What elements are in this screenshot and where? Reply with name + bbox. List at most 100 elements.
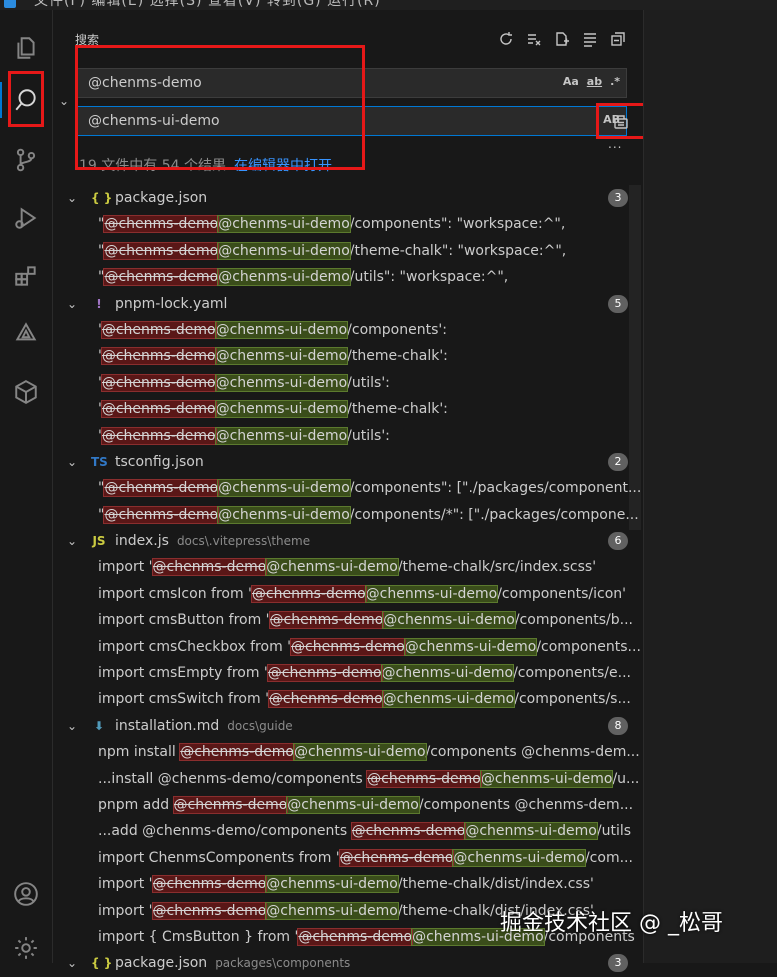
match-post-text: /components/e... (513, 665, 631, 682)
account-icon[interactable] (8, 876, 44, 912)
result-match[interactable]: import cmsCheckbox from '@chenms-demo@ch… (53, 634, 643, 660)
new-replacement-text: @chenms-ui-demo (265, 558, 399, 577)
new-replacement-text: @chenms-ui-demo (464, 822, 598, 841)
match-pre-text: ...add @chenms-demo/components (98, 823, 352, 840)
editor-area (643, 10, 777, 963)
result-match[interactable]: import cmsSwitch from '@chenms-demo@chen… (53, 686, 643, 712)
result-match[interactable]: import ChenmsComponents from '@chenms-de… (53, 845, 643, 871)
old-match-text: @chenms-demo (151, 558, 268, 577)
new-replacement-text: @chenms-ui-demo (214, 400, 349, 419)
file-directory: docs\.vitepress\theme (176, 534, 311, 549)
expand-chevron-icon[interactable]: ⌄ (67, 950, 77, 976)
new-search-editor-icon[interactable] (551, 30, 573, 48)
view-as-tree-icon[interactable] (579, 30, 601, 48)
match-post-text: /components': (347, 321, 447, 338)
file-type-icon: ⬇ (93, 718, 105, 733)
new-replacement-text: @chenms-ui-demo (380, 664, 515, 683)
result-file[interactable]: ⌄ { } package.json packages\components 3 (53, 950, 643, 976)
match-post-text: /components": ["./packages/component... (349, 480, 642, 497)
match-pre-text: import ' (98, 559, 153, 576)
file-directory: docs\guide (227, 718, 293, 733)
run-debug-icon[interactable] (8, 200, 44, 236)
new-replacement-text: @chenms-ui-demo (217, 268, 351, 287)
file-name-wrap: package.json (115, 185, 207, 211)
result-match[interactable]: "@chenms-demo@chenms-ui-demo/components/… (53, 502, 643, 528)
expand-chevron-icon[interactable]: ⌄ (67, 449, 77, 475)
menu-bar[interactable]: 文件(F) 编辑(E) 选择(S) 查看(V) 转到(G) 运行(R) (34, 0, 381, 10)
file-name: index.js (115, 533, 169, 550)
panel-actions (495, 30, 629, 48)
source-control-icon[interactable] (8, 142, 44, 178)
expand-chevron-icon[interactable]: ⌄ (67, 713, 77, 739)
result-match[interactable]: "@chenms-demo@chenms-ui-demo/theme-chalk… (53, 238, 643, 264)
file-name-wrap: installation.md docs\guide (115, 713, 293, 739)
result-match[interactable]: import cmsEmpty from '@chenms-demo@chenm… (53, 660, 643, 686)
old-match-text: @chenms-demo (100, 426, 217, 445)
result-match[interactable]: '@chenms-demo@chenms-ui-demo/utils': (53, 370, 643, 396)
match-case-toggle[interactable]: Aa (563, 75, 579, 88)
match-post-text: /components/*": ["./packages/compone... (349, 506, 639, 523)
old-match-text: @chenms-demo (290, 637, 406, 656)
new-replacement-text: @chenms-ui-demo (217, 505, 351, 524)
more-options-icon[interactable]: ... (608, 137, 622, 151)
result-match[interactable]: '@chenms-demo@chenms-ui-demo/theme-chalk… (53, 343, 643, 369)
match-count-badge: 3 (608, 189, 628, 207)
result-match[interactable]: npm install @chenms-demo@chenms-ui-demo/… (53, 739, 643, 765)
result-match[interactable]: import cmsButton from '@chenms-demo@chen… (53, 607, 643, 633)
result-file[interactable]: ⌄ JS index.js docs\.vitepress\theme 6 (53, 528, 643, 554)
expand-chevron-icon[interactable]: ⌄ (67, 528, 77, 554)
highlight-search-replace-inputs (75, 45, 365, 170)
match-post-text: /utils (596, 823, 632, 840)
result-file[interactable]: ⌄ ⬇ installation.md docs\guide 8 (53, 713, 643, 739)
old-match-text: @chenms-demo (297, 927, 414, 946)
match-count-badge: 6 (608, 532, 628, 551)
file-name: pnpm-lock.yaml (115, 295, 228, 312)
match-post-text: /components/icon' (497, 585, 627, 602)
result-file[interactable]: ⌄! pnpm-lock.yaml 5 (53, 291, 643, 317)
extensions-icon[interactable] (8, 258, 44, 294)
remote-box-icon[interactable] (8, 374, 44, 410)
match-post-text: /utils': (347, 427, 390, 444)
use-regex-toggle[interactable]: .* (610, 75, 620, 88)
new-replacement-text: @chenms-ui-demo (214, 320, 349, 339)
result-match[interactable]: "@chenms-demo@chenms-ui-demo/components"… (53, 211, 643, 237)
toggle-replace-chevron-icon[interactable]: ⌄ (59, 94, 69, 108)
result-match[interactable]: '@chenms-demo@chenms-ui-demo/components'… (53, 317, 643, 343)
result-match[interactable]: import '@chenms-demo@chenms-ui-demo/them… (53, 871, 643, 897)
new-replacement-text: @chenms-ui-demo (403, 637, 538, 656)
refresh-icon[interactable] (495, 30, 517, 48)
match-count-badge: 5 (608, 294, 628, 313)
result-match[interactable]: '@chenms-demo@chenms-ui-demo/utils': (53, 423, 643, 449)
result-match[interactable]: ...add @chenms-demo/components @chenms-d… (53, 818, 643, 844)
result-match[interactable]: "@chenms-demo@chenms-ui-demo/utils": "wo… (53, 264, 643, 290)
match-whole-word-toggle[interactable]: ab (587, 75, 602, 88)
match-post-text: /components/b... (514, 612, 634, 629)
result-match[interactable]: import cmsIcon from '@chenms-demo@chenms… (53, 581, 643, 607)
result-match[interactable]: "@chenms-demo@chenms-ui-demo/components"… (53, 475, 643, 501)
match-post-text: /utils": "workspace:^", (349, 269, 509, 286)
result-file[interactable]: ⌄ { } package.json 3 (53, 185, 643, 211)
old-match-text: @chenms-demo (103, 479, 220, 498)
match-pre-text: import ' (98, 902, 153, 919)
old-match-text: @chenms-demo (100, 320, 217, 339)
match-pre-text: import ChenmsComponents from ' (98, 849, 340, 866)
file-type-icon: TS (91, 454, 108, 469)
copilot-icon[interactable] (8, 316, 44, 352)
file-type-icon: JS (92, 534, 106, 549)
old-match-text: @chenms-demo (103, 215, 220, 234)
clear-results-icon[interactable] (523, 30, 545, 48)
result-match[interactable]: import '@chenms-demo@chenms-ui-demo/them… (53, 554, 643, 580)
explorer-icon[interactable] (8, 30, 44, 66)
expand-chevron-icon[interactable]: ⌄ (67, 291, 77, 317)
settings-gear-icon[interactable] (8, 930, 44, 966)
result-match[interactable]: '@chenms-demo@chenms-ui-demo/theme-chalk… (53, 396, 643, 422)
new-replacement-text: @chenms-ui-demo (479, 769, 614, 788)
result-match[interactable]: pnpm add @chenms-demo@chenms-ui-demo/com… (53, 792, 643, 818)
old-match-text: @chenms-demo (103, 505, 220, 524)
result-match[interactable]: ...install @chenms-demo/components @chen… (53, 766, 643, 792)
new-replacement-text: @chenms-ui-demo (381, 690, 516, 709)
result-file[interactable]: ⌄ TS tsconfig.json 2 (53, 449, 643, 475)
collapse-all-icon[interactable] (607, 30, 629, 48)
old-match-text: @chenms-demo (366, 769, 482, 788)
expand-chevron-icon[interactable]: ⌄ (67, 185, 77, 211)
